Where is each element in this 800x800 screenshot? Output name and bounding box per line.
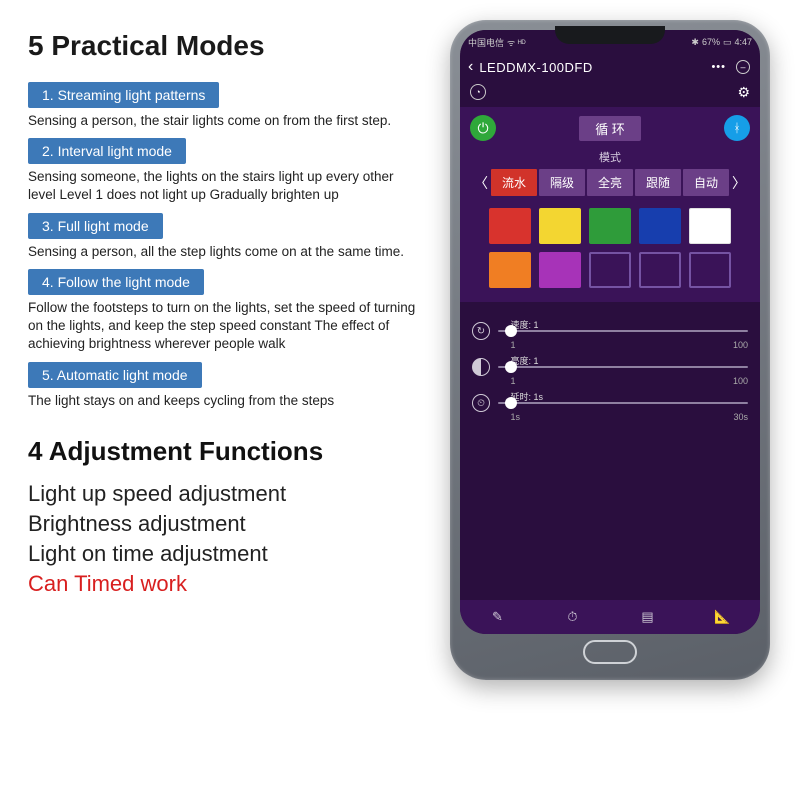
color-swatch-5[interactable]	[489, 252, 531, 288]
profile-icon[interactable]: ◔	[470, 84, 486, 100]
signal-icon: ᯤ ᴴᴰ	[507, 36, 526, 49]
mode-heading: 模式	[470, 149, 750, 165]
mode-1-desc: Sensing a person, the stair lights come …	[28, 112, 420, 130]
slider-min-speed: 1	[511, 340, 516, 350]
mode-tab-0[interactable]: 流水	[491, 169, 537, 196]
phone-frame: 中国电信 ᯤ ᴴᴰ ✱ 67% ▭ 4:47 ‹ LEDDMX-100DFD	[450, 20, 770, 680]
battery-label: 67%	[702, 37, 720, 47]
mode-tab-2[interactable]: 全亮	[587, 169, 633, 196]
mode-tab-1[interactable]: 隔级	[539, 169, 585, 196]
footer-timer-icon[interactable]: ⏱	[562, 606, 584, 628]
mode-tabs: 〈 流水隔级全亮跟随自动 〉	[470, 169, 750, 196]
mode-2-title: 2. Interval light mode	[28, 138, 186, 164]
mode-tab-4[interactable]: 自动	[683, 169, 729, 196]
settings-icon[interactable]: ⚙	[737, 84, 750, 101]
mode-tab-3[interactable]: 跟随	[635, 169, 681, 196]
phone-screen: 中国电信 ᯤ ᴴᴰ ✱ 67% ▭ 4:47 ‹ LEDDMX-100DFD	[460, 30, 760, 634]
function-1: Light up speed adjustment	[28, 481, 420, 507]
bluetooth-button[interactable]: ᚼ	[724, 115, 750, 141]
battery-icon: ▭	[723, 37, 732, 48]
mid-panel: ⏻ 循 环 ᚼ 模式 〈 流水隔级全亮跟随自动 〉	[460, 107, 760, 302]
slider-max-time: 30s	[733, 412, 748, 422]
mode-5-desc: The light stays on and keeps cycling fro…	[28, 392, 420, 410]
function-4: Can Timed work	[28, 571, 420, 597]
mode-2-desc: Sensing someone, the lights on the stair…	[28, 168, 420, 204]
slider-row-time: ⏲延时: 1s1s30s	[472, 394, 748, 412]
bright-icon	[472, 358, 490, 376]
sliders-panel: ↻速度: 11100 亮度: 11100 ⏲延时: 1s1s30s	[460, 302, 760, 444]
color-swatch-1[interactable]	[539, 208, 581, 244]
minimize-button[interactable]: –	[736, 60, 750, 74]
home-button[interactable]	[583, 640, 637, 664]
speed-icon: ↻	[472, 322, 490, 340]
slider-thumb-speed[interactable]	[505, 325, 517, 337]
slider-min-bright: 1	[511, 376, 516, 386]
tabs-prev-button[interactable]: 〈	[472, 173, 490, 193]
phone-notch	[555, 26, 665, 44]
time-label: 4:47	[734, 37, 752, 47]
color-swatch-4[interactable]	[689, 208, 731, 244]
slider-max-bright: 100	[733, 376, 748, 386]
slider-min-time: 1s	[511, 412, 521, 422]
heading-modes: 5 Practical Modes	[28, 30, 420, 62]
mode-1-title: 1. Streaming light patterns	[28, 82, 219, 108]
bluetooth-icon: ✱	[691, 37, 699, 48]
footer-bar: ✎ ⏱ ▤ 📐	[460, 600, 760, 634]
app-subbar: ◔ ⚙	[460, 82, 760, 107]
slider-thumb-bright[interactable]	[505, 361, 517, 373]
power-button[interactable]: ⏻	[470, 115, 496, 141]
mode-4-title: 4. Follow the light mode	[28, 269, 204, 295]
color-swatch-0[interactable]	[489, 208, 531, 244]
heading-functions: 4 Adjustment Functions	[28, 436, 420, 467]
color-swatch-empty-1[interactable]	[639, 252, 681, 288]
mode-4-desc: Follow the footsteps to turn on the ligh…	[28, 299, 420, 354]
function-3: Light on time adjustment	[28, 541, 420, 567]
back-button[interactable]: ‹	[468, 58, 473, 76]
slider-max-speed: 100	[733, 340, 748, 350]
color-swatch-6[interactable]	[539, 252, 581, 288]
color-swatch-3[interactable]	[639, 208, 681, 244]
slider-thumb-time[interactable]	[505, 397, 517, 409]
app-title: LEDDMX-100DFD	[479, 60, 592, 75]
color-swatch-empty-0[interactable]	[589, 252, 631, 288]
carrier-label: 中国电信	[468, 36, 504, 49]
slider-track-bright[interactable]	[498, 366, 748, 368]
app-topbar: ‹ LEDDMX-100DFD ••• –	[460, 52, 760, 82]
mode-3-title: 3. Full light mode	[28, 213, 163, 239]
color-swatch-2[interactable]	[589, 208, 631, 244]
footer-edit-icon[interactable]: ✎	[487, 606, 509, 628]
slider-row-speed: ↻速度: 11100	[472, 322, 748, 340]
tabs-next-button[interactable]: 〉	[730, 173, 748, 193]
slider-track-time[interactable]	[498, 402, 748, 404]
color-grid	[470, 208, 750, 288]
mode-5-title: 5. Automatic light mode	[28, 362, 202, 388]
footer-angle-icon[interactable]: 📐	[712, 606, 734, 628]
slider-row-bright: 亮度: 11100	[472, 358, 748, 376]
function-2: Brightness adjustment	[28, 511, 420, 537]
loop-label[interactable]: 循 环	[579, 116, 641, 141]
color-swatch-empty-2[interactable]	[689, 252, 731, 288]
mode-3-desc: Sensing a person, all the step lights co…	[28, 243, 420, 261]
slider-track-speed[interactable]	[498, 330, 748, 332]
footer-tabs-icon[interactable]: ▤	[637, 606, 659, 628]
more-button[interactable]: •••	[711, 61, 726, 73]
time-icon: ⏲	[472, 394, 490, 412]
